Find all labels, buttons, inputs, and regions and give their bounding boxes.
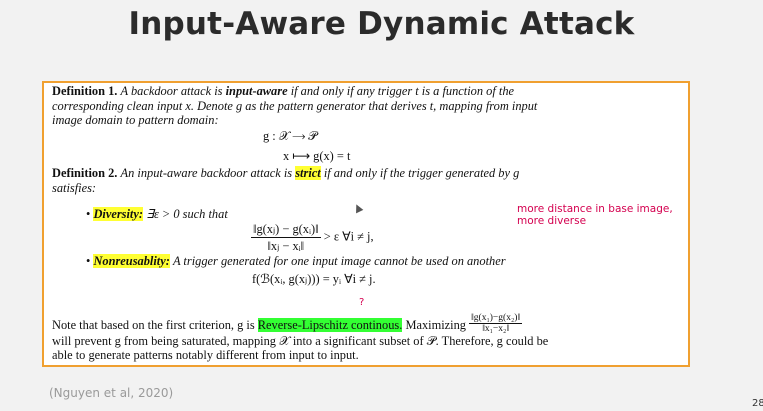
def1-equation-1: g : 𝒳 ⟶ 𝒫 (263, 129, 318, 143)
bullet-dot: • (86, 207, 91, 221)
closing-fraction: ‖g(x₁)−g(x₂)‖ ‖x₁−x₂‖ (469, 312, 523, 334)
def2-text-b: if and only if the trigger generated by … (323, 166, 520, 180)
def1-label: Definition 1. (52, 84, 118, 98)
def1-equation-2: x ⟼ g(x) = t (283, 149, 351, 163)
def2-text-a: An input-aware backdoor attack is (120, 166, 293, 180)
def1-text-b: if and only if any trigger t is a functi… (290, 84, 515, 98)
diversity-bullet: • Diversity: ∃ε > 0 such that (86, 206, 228, 222)
diversity-frac-den: ‖xⱼ − xᵢ‖ (267, 239, 305, 253)
annotation-line-1: more distance in base image, (517, 203, 673, 215)
diversity-label: Diversity: (93, 207, 143, 221)
def2-line2: satisfies: (52, 180, 97, 195)
def2-term: strict (295, 166, 321, 180)
closing-text-a: Note that based on the first criterion, … (52, 318, 255, 332)
nonreusability-text: A trigger generated for one input image … (172, 254, 506, 268)
closing-line2: will prevent g from being saturated, map… (52, 333, 549, 348)
closing-line3: able to generate patterns notably differ… (52, 348, 359, 363)
def2-label: Definition 2. (52, 166, 118, 180)
closing-highlight: Reverse-Lipschitz continous. (257, 318, 403, 332)
page-number: 28 (752, 398, 763, 409)
def1-line1: Definition 1. A backdoor attack is input… (52, 84, 592, 99)
def1-text-a: A backdoor attack is (120, 84, 223, 98)
def1-line3: image domain to pattern domain: (52, 113, 219, 128)
diversity-rhs: > ε ∀i ≠ j, (323, 229, 374, 244)
def1-line2: corresponding clean input x. Denote g as… (52, 98, 538, 113)
diversity-frac-num: ‖g(xⱼ) − g(xᵢ)‖ (251, 222, 321, 238)
closing-line1: Note that based on the first criterion, … (52, 313, 592, 334)
closing-text-b: Maximizing (405, 318, 467, 332)
diversity-fraction: ‖g(xⱼ) − g(xᵢ)‖ ‖xⱼ − xᵢ‖ (251, 221, 321, 254)
def1-term: input-aware (225, 84, 288, 98)
def2-line1: Definition 2. An input-aware backdoor at… (52, 166, 592, 181)
diversity-equation: ‖g(xⱼ) − g(xᵢ)‖ ‖xⱼ − xᵢ‖ > ε ∀i ≠ j, (251, 221, 374, 254)
annotation-line-2: more diverse (517, 215, 587, 227)
closing-frac-den: ‖x₁−x₂‖ (482, 323, 510, 334)
definition-2: Definition 2. An input-aware backdoor at… (52, 166, 592, 195)
closing-frac-num: ‖g(x₁)−g(x₂)‖ (469, 312, 523, 324)
diversity-text: ∃ε > 0 such that (146, 207, 228, 221)
closing-paragraph: Note that based on the first criterion, … (52, 313, 592, 363)
definition-1: Definition 1. A backdoor attack is input… (52, 84, 592, 128)
annotation-question-mark: ? (359, 297, 365, 308)
annotation-note: more distance in base image, more divers… (517, 203, 673, 227)
slide-title: Input-Aware Dynamic Attack (128, 6, 635, 42)
nonreusability-equation: f(ℬ(xᵢ, g(xⱼ))) = yᵢ ∀i ≠ j. (252, 272, 376, 286)
nonreusability-label: Nonreusablity: (93, 254, 170, 268)
bullet-dot: • (86, 254, 91, 268)
citation: (Nguyen et al, 2020) (49, 386, 174, 400)
nonreusability-bullet: • Nonreusablity: A trigger generated for… (86, 254, 506, 269)
